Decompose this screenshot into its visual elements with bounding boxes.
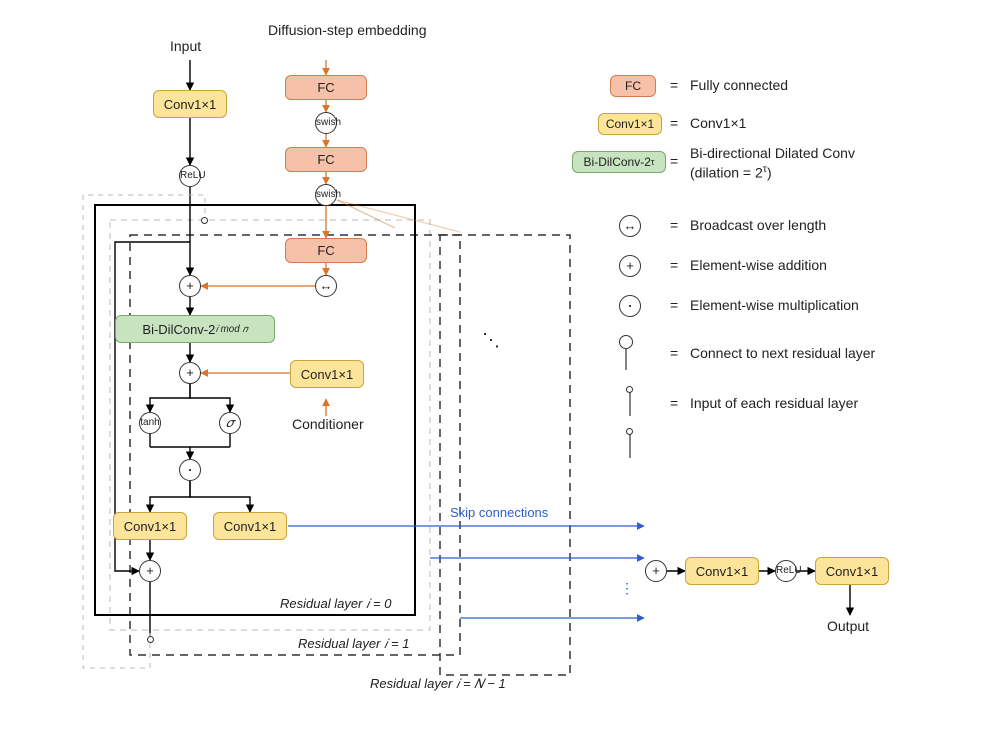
- legend-stem-dot-1: [626, 386, 633, 393]
- legend-eq-7: =: [670, 345, 678, 361]
- legend-stem-dot-2: [626, 428, 633, 435]
- legend-eq-8: =: [670, 395, 678, 411]
- legend-input-each-text: Input of each residual layer: [690, 395, 858, 411]
- legend-connect-next-text: Connect to next residual layer: [690, 345, 875, 361]
